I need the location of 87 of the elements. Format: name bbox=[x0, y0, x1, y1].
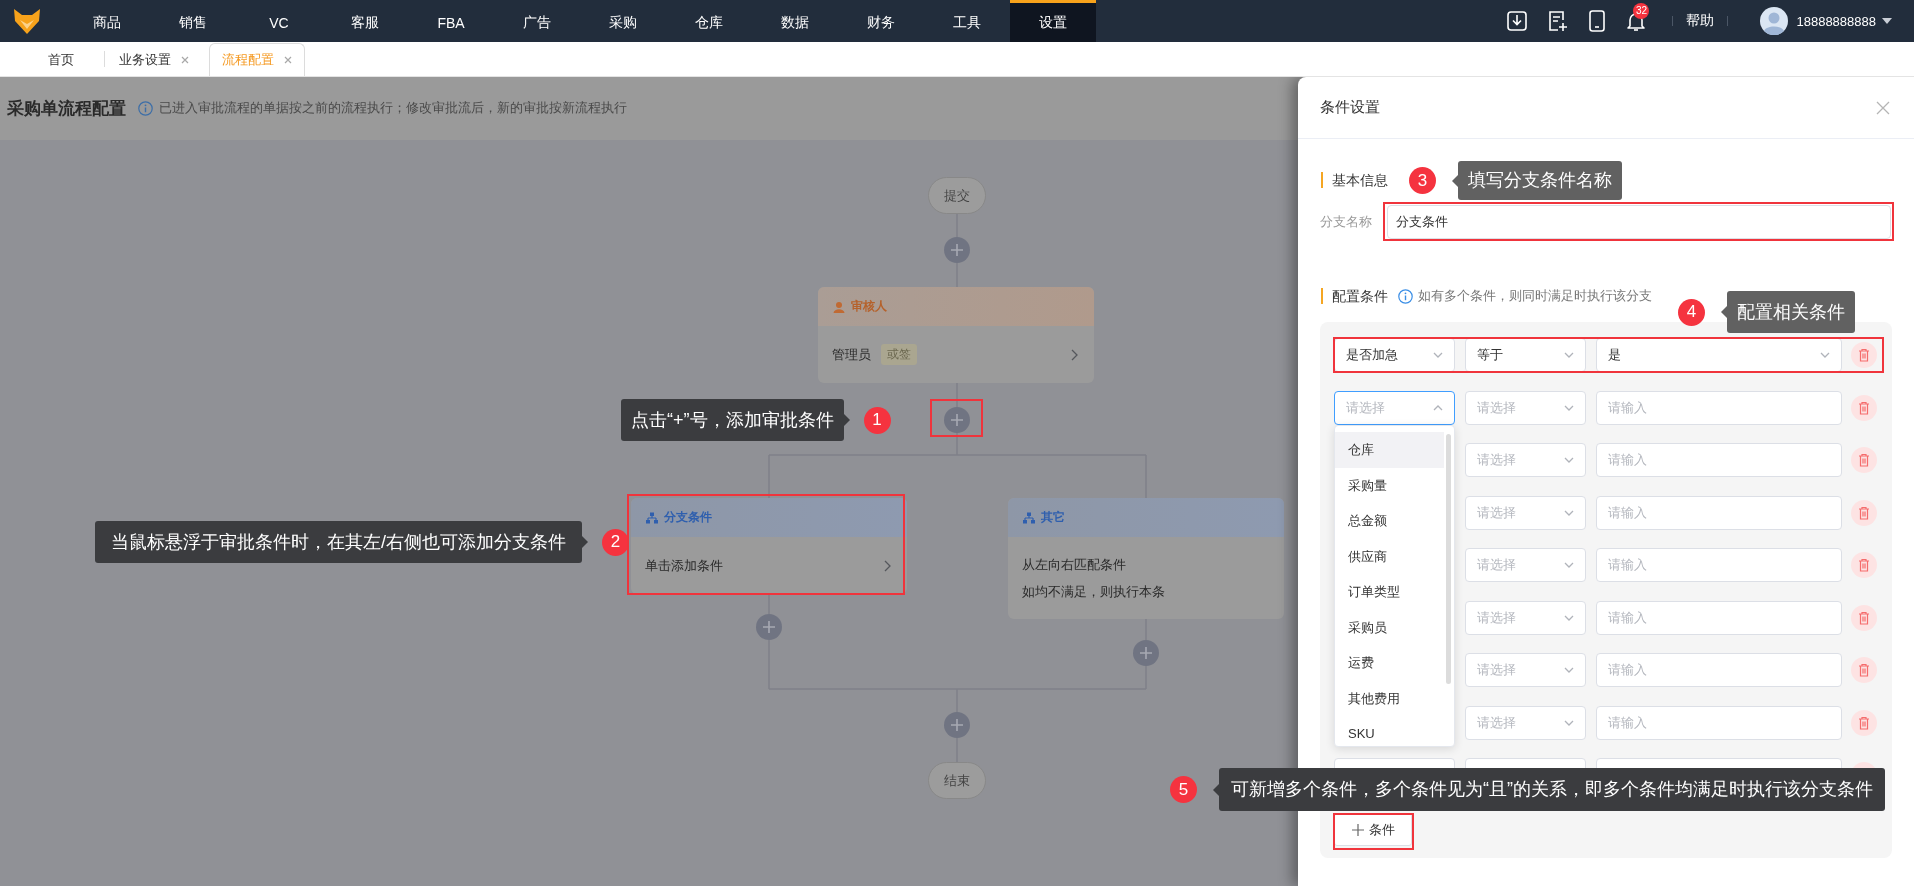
info-icon bbox=[1398, 288, 1413, 304]
close-icon[interactable] bbox=[284, 56, 292, 64]
nav-menu-item[interactable]: FBA bbox=[408, 0, 494, 42]
annotation-tooltip: 填写分支条件名称 bbox=[1458, 161, 1622, 200]
delete-row-button[interactable] bbox=[1851, 499, 1877, 526]
dropdown-option[interactable]: 供应商 bbox=[1335, 538, 1444, 574]
card-text: 如均不满足，则执行本条 bbox=[1022, 582, 1165, 601]
approver-card[interactable]: 审核人 管理员 或签 bbox=[818, 287, 1094, 383]
delete-row-button[interactable] bbox=[1851, 657, 1877, 683]
add-node-button[interactable] bbox=[944, 237, 970, 263]
nav-menu-item[interactable]: VC bbox=[236, 0, 322, 42]
select-field[interactable]: 是否加急 bbox=[1334, 338, 1455, 372]
chevron-right-icon bbox=[1070, 348, 1079, 361]
nav-menu-item[interactable]: 财务 bbox=[838, 0, 924, 42]
card-text: 从左向右匹配条件 bbox=[1022, 555, 1126, 574]
nav-menu-item[interactable]: 数据 bbox=[752, 0, 838, 42]
add-node-button[interactable] bbox=[944, 407, 970, 433]
annotation-tooltip: 当鼠标悬浮于审批条件时，在其左/右侧也可添加分支条件 bbox=[95, 521, 582, 563]
dropdown-option[interactable]: 其他费用 bbox=[1335, 680, 1444, 716]
dropdown-option[interactable]: 仓库 bbox=[1335, 432, 1444, 468]
dropdown-option[interactable]: SKU bbox=[1335, 716, 1444, 746]
card-title: 审核人 bbox=[851, 298, 887, 315]
branch-card[interactable]: 其它 从左向右匹配条件 如均不满足，则执行本条 bbox=[1008, 498, 1284, 619]
hierarchy-icon bbox=[1023, 511, 1035, 524]
dropdown-option[interactable]: 订单类型 bbox=[1335, 574, 1444, 610]
chevron-right-icon bbox=[883, 559, 892, 572]
page-tab[interactable]: 业务设置 bbox=[107, 43, 201, 76]
delete-row-button[interactable] bbox=[1851, 342, 1877, 368]
close-icon[interactable] bbox=[181, 55, 189, 64]
page-title: 采购单流程配置 bbox=[7, 98, 126, 120]
dropdown-option[interactable]: 总金额 bbox=[1335, 503, 1444, 539]
annotation-tooltip: 可新增多个条件，多个条件见为“且”的关系，即多个条件均满足时执行该分支条件 bbox=[1219, 768, 1885, 811]
annotation-tooltip: 配置相关条件 bbox=[1727, 291, 1855, 333]
dropdown-option[interactable]: 采购员 bbox=[1335, 609, 1444, 645]
notification-badge: 32 bbox=[1633, 3, 1650, 19]
section-heading: 配置条件 bbox=[1321, 288, 1388, 304]
delete-row-button[interactable] bbox=[1851, 604, 1877, 631]
card-title: 分支条件 bbox=[664, 509, 712, 526]
nav-menu-item[interactable]: 客服 bbox=[322, 0, 408, 42]
hint-text: 如有多个条件，则同时满足时执行该分支 bbox=[1418, 287, 1652, 305]
notice-text: 已进入审批流程的单据按之前的流程执行；修改审批流后，新的审批按新流程执行 bbox=[159, 100, 627, 117]
phone-icon[interactable] bbox=[1589, 10, 1606, 32]
select-field[interactable]: 等于 bbox=[1465, 338, 1586, 372]
dropdown-option[interactable]: 采购量 bbox=[1335, 467, 1444, 503]
flow-node[interactable]: 结束 bbox=[928, 762, 986, 799]
hierarchy-icon bbox=[646, 511, 658, 524]
plus-icon bbox=[1351, 823, 1364, 836]
add-node-button[interactable] bbox=[756, 614, 782, 640]
page-tab[interactable]: 首页 bbox=[36, 43, 86, 76]
close-icon[interactable] bbox=[1876, 100, 1890, 115]
avatar-icon[interactable] bbox=[1760, 7, 1789, 35]
branch-card[interactable]: 分支条件 单击添加条件 bbox=[631, 498, 907, 594]
dropdown-option[interactable]: 运费 bbox=[1335, 645, 1444, 681]
caret-icon bbox=[1882, 17, 1892, 25]
delete-row-button[interactable] bbox=[1851, 709, 1877, 736]
select-field[interactable]: 是 bbox=[1596, 338, 1842, 372]
name-input-field[interactable]: 分支条件 bbox=[1387, 205, 1891, 239]
nav-menu-item[interactable]: 采购 bbox=[580, 0, 666, 42]
user-menu-button[interactable]: 18888888888 bbox=[1788, 13, 1892, 29]
delete-row-button[interactable] bbox=[1851, 552, 1877, 578]
nav-menu-item[interactable]: 广告 bbox=[494, 0, 580, 42]
annotation-tooltip: 点击“+”号，添加审批条件 bbox=[621, 399, 844, 441]
nav-menu-item[interactable]: 销售 bbox=[150, 0, 236, 42]
scrollbar[interactable] bbox=[1446, 434, 1451, 684]
person-icon bbox=[833, 300, 845, 313]
sign-tag: 或签 bbox=[881, 344, 917, 365]
nav-menu-item[interactable]: 商品 bbox=[64, 0, 150, 42]
nav-menu-item[interactable]: 工具 bbox=[924, 0, 1010, 42]
document-add-icon[interactable] bbox=[1548, 10, 1569, 32]
field-label: 分支名称 bbox=[1320, 213, 1373, 231]
nav-menu-item[interactable]: 设置 bbox=[1010, 0, 1096, 42]
section-heading: 基本信息 bbox=[1321, 172, 1388, 188]
card-text: 单击添加条件 bbox=[645, 556, 723, 575]
download-icon[interactable] bbox=[1507, 11, 1528, 31]
drawer-title: 条件设置 bbox=[1320, 98, 1380, 117]
nav-menu-item[interactable]: 仓库 bbox=[666, 0, 752, 42]
info-icon bbox=[138, 101, 153, 116]
assignee-name: 管理员 bbox=[832, 345, 871, 364]
help-link[interactable]: 帮助 bbox=[1686, 12, 1715, 30]
fox-logo-icon bbox=[12, 7, 42, 35]
delete-row-button[interactable] bbox=[1851, 447, 1877, 473]
add-node-button[interactable] bbox=[944, 712, 970, 738]
add-node-button[interactable] bbox=[1133, 640, 1159, 666]
card-title: 其它 bbox=[1041, 509, 1065, 526]
flow-node[interactable]: 提交 bbox=[928, 177, 986, 214]
delete-row-button[interactable] bbox=[1851, 394, 1877, 421]
add-condition-button[interactable]: 条件 bbox=[1334, 813, 1412, 846]
